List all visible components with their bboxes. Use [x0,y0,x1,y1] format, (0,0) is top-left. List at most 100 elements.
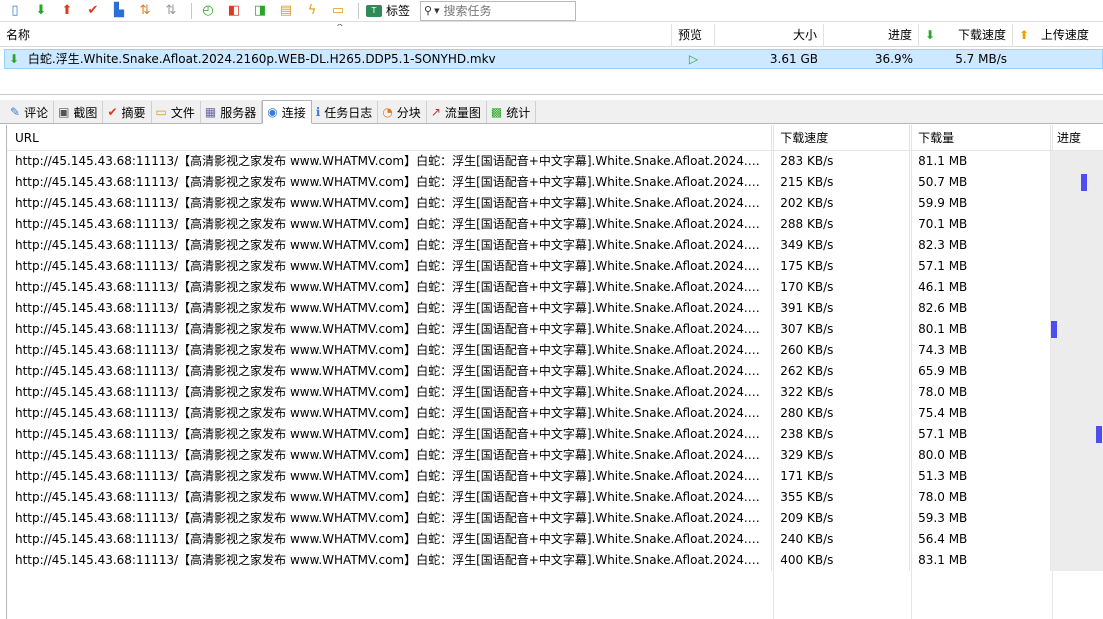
table-row[interactable]: http://45.145.43.68:11113/【高清影视之家发布 www.… [7,466,1103,487]
connection-amount: 46.1 MB [910,277,1052,298]
column-header-name[interactable]: 名称 ^ [0,24,672,47]
connection-url: http://45.145.43.68:11113/【高清影视之家发布 www.… [7,529,773,550]
connection-url: http://45.145.43.68:11113/【高清影视之家发布 www.… [7,508,773,529]
tab-connection[interactable]: ◉ 连接 [262,100,312,124]
progress-track [1051,340,1103,361]
chevron-down-icon[interactable]: ▼ [434,7,439,15]
column-header-conn-progress[interactable]: 进度 [1051,125,1103,151]
start-download-icon[interactable]: ⬇ [30,1,52,21]
connection-amount: 70.1 MB [910,214,1052,235]
table-row[interactable]: http://45.145.43.68:11113/【高清影视之家发布 www.… [7,445,1103,466]
column-header-conn-speed[interactable]: 下载速度 [772,125,911,151]
tab-pie[interactable]: ◔ 分块 [378,101,427,123]
connection-amount: 50.7 MB [910,172,1052,193]
column-header-url[interactable]: URL [7,125,773,151]
chart-icon: ↗ [430,105,441,119]
preview-play-icon[interactable]: ▷ [672,50,715,68]
connection-speed: 329 KB/s [772,445,911,466]
connection-url: http://45.145.43.68:11113/【高清影视之家发布 www.… [7,466,773,487]
sort-icon[interactable]: ⇅ [160,1,182,21]
table-row[interactable]: http://45.145.43.68:11113/【高清影视之家发布 www.… [7,172,1103,193]
search-box[interactable]: ⚲ ▼ [420,0,577,21]
column-header-download-speed[interactable]: ⬇ 下载速度 [919,24,1013,47]
table-row[interactable]: http://45.145.43.68:11113/【高清影视之家发布 www.… [7,214,1103,235]
table-row[interactable]: http://45.145.43.68:11113/【高清影视之家发布 www.… [7,550,1103,571]
column-header-size[interactable]: 大小 [715,24,824,47]
table-row[interactable]: http://45.145.43.68:11113/【高清影视之家发布 www.… [7,319,1103,340]
detail-tabs: ✎ 评论 ▣ 截图 ✔ 摘要 ▭ 文件 ▦ 服务器 ◉ 连接 ℹ 任务日志 ◔ 分块 ↗ 流量图 ▩ 统计 [0,100,1103,124]
connection-url: http://45.145.43.68:11113/【高清影视之家发布 www.… [7,403,773,424]
tab-screenshot[interactable]: ▣ 截图 [54,101,104,123]
search-input[interactable] [443,3,564,18]
table-row[interactable]: http://45.145.43.68:11113/【高清影视之家发布 www.… [7,277,1103,298]
table-row[interactable]: http://45.145.43.68:11113/【高清影视之家发布 www.… [7,235,1103,256]
progress-track [1051,361,1103,382]
connection-progress-bar [1051,466,1103,487]
toolbar-separator [191,2,192,19]
column-header-upload-speed[interactable]: ⬆ 上传速度 [1013,24,1103,47]
notes-icon[interactable]: ▤ [275,1,297,21]
upload-icon[interactable]: ⬆ [56,1,78,21]
tab-server[interactable]: ▦ 服务器 [201,101,263,123]
table-row[interactable]: http://45.145.43.68:11113/【高清影视之家发布 www.… [7,298,1103,319]
task-row[interactable]: ⬇ 白蛇.浮生.White.Snake.Afloat.2024.2160p.WE… [4,49,1103,69]
connection-url: http://45.145.43.68:11113/【高清影视之家发布 www.… [7,340,773,361]
table-row[interactable]: http://45.145.43.68:11113/【高清影视之家发布 www.… [7,508,1103,529]
import-icon[interactable]: ◧ [223,1,245,21]
info-icon: ℹ [315,105,321,119]
table-row[interactable]: http://45.145.43.68:11113/【高清影视之家发布 www.… [7,193,1103,214]
tab-file[interactable]: ▭ 文件 [152,101,201,123]
tab-label: 任务日志 [324,105,373,120]
table-row[interactable]: http://45.145.43.68:11113/【高清影视之家发布 www.… [7,256,1103,277]
column-header-progress[interactable]: 进度 [824,24,919,47]
connection-progress-bar [1051,487,1103,508]
tab-label: 服务器 [220,105,257,120]
progress-track [1051,487,1103,508]
table-row[interactable]: http://45.145.43.68:11113/【高清影视之家发布 www.… [7,424,1103,445]
task-list-bottom-border [0,94,1103,95]
tab-summary[interactable]: ✔ 摘要 [103,101,152,123]
flash-icon[interactable]: ϟ [301,1,323,21]
table-row[interactable]: http://45.145.43.68:11113/【高清影视之家发布 www.… [7,487,1103,508]
progress-track [1051,214,1103,235]
download-arrow-icon: ⬇ [925,28,936,42]
column-header-name-label: 名称 [6,28,31,42]
tab-chart[interactable]: ↗ 流量图 [427,101,487,123]
tab-info[interactable]: ℹ 任务日志 [312,101,379,123]
tab-comment[interactable]: ✎ 评论 [6,101,55,123]
table-row[interactable]: http://45.145.43.68:11113/【高清影视之家发布 www.… [7,361,1103,382]
table-row[interactable]: http://45.145.43.68:11113/【高清影视之家发布 www.… [7,151,1103,172]
connection-speed: 283 KB/s [772,151,911,172]
progress-track [1051,193,1103,214]
connection-progress-bar [1051,151,1103,172]
connections-list: http://45.145.43.68:11113/【高清影视之家发布 www.… [7,151,1103,571]
connection-url: http://45.145.43.68:11113/【高清影视之家发布 www.… [7,550,773,571]
progress-track [1051,445,1103,466]
folder-icon[interactable]: ▭ [327,1,349,21]
connection-url: http://45.145.43.68:11113/【高清影视之家发布 www.… [7,235,773,256]
check-icon[interactable]: ✔ [82,1,104,21]
column-header-preview[interactable]: 预览 [672,24,715,47]
stop-icon[interactable]: ▙ [108,1,130,21]
schedule-icon[interactable]: ◴ [197,1,219,21]
new-task-icon[interactable]: ▯ [4,1,26,21]
tab-stats[interactable]: ▩ 统计 [487,101,537,123]
column-header-size-label: 大小 [792,28,817,42]
export-icon[interactable]: ◨ [249,1,271,21]
connection-speed: 202 KB/s [772,193,911,214]
search-icon[interactable]: ⚲ [424,4,432,17]
column-header-conn-amount[interactable]: 下载量 [910,125,1052,151]
connection-progress-bar [1051,361,1103,382]
connection-progress-bar [1051,172,1103,193]
table-row[interactable]: http://45.145.43.68:11113/【高清影视之家发布 www.… [7,529,1103,550]
table-row[interactable]: http://45.145.43.68:11113/【高清影视之家发布 www.… [7,382,1103,403]
move-up-down-icon[interactable]: ⇅ [134,1,156,21]
tag-button[interactable]: T 标签 [364,1,416,21]
table-row[interactable]: http://45.145.43.68:11113/【高清影视之家发布 www.… [7,403,1103,424]
file-icon: ▭ [155,105,167,119]
connection-progress-bar [1051,298,1103,319]
connection-speed: 171 KB/s [772,466,911,487]
table-row[interactable]: http://45.145.43.68:11113/【高清影视之家发布 www.… [7,340,1103,361]
connection-progress-bar [1051,235,1103,256]
upload-arrow-icon: ⬆ [1019,28,1030,42]
